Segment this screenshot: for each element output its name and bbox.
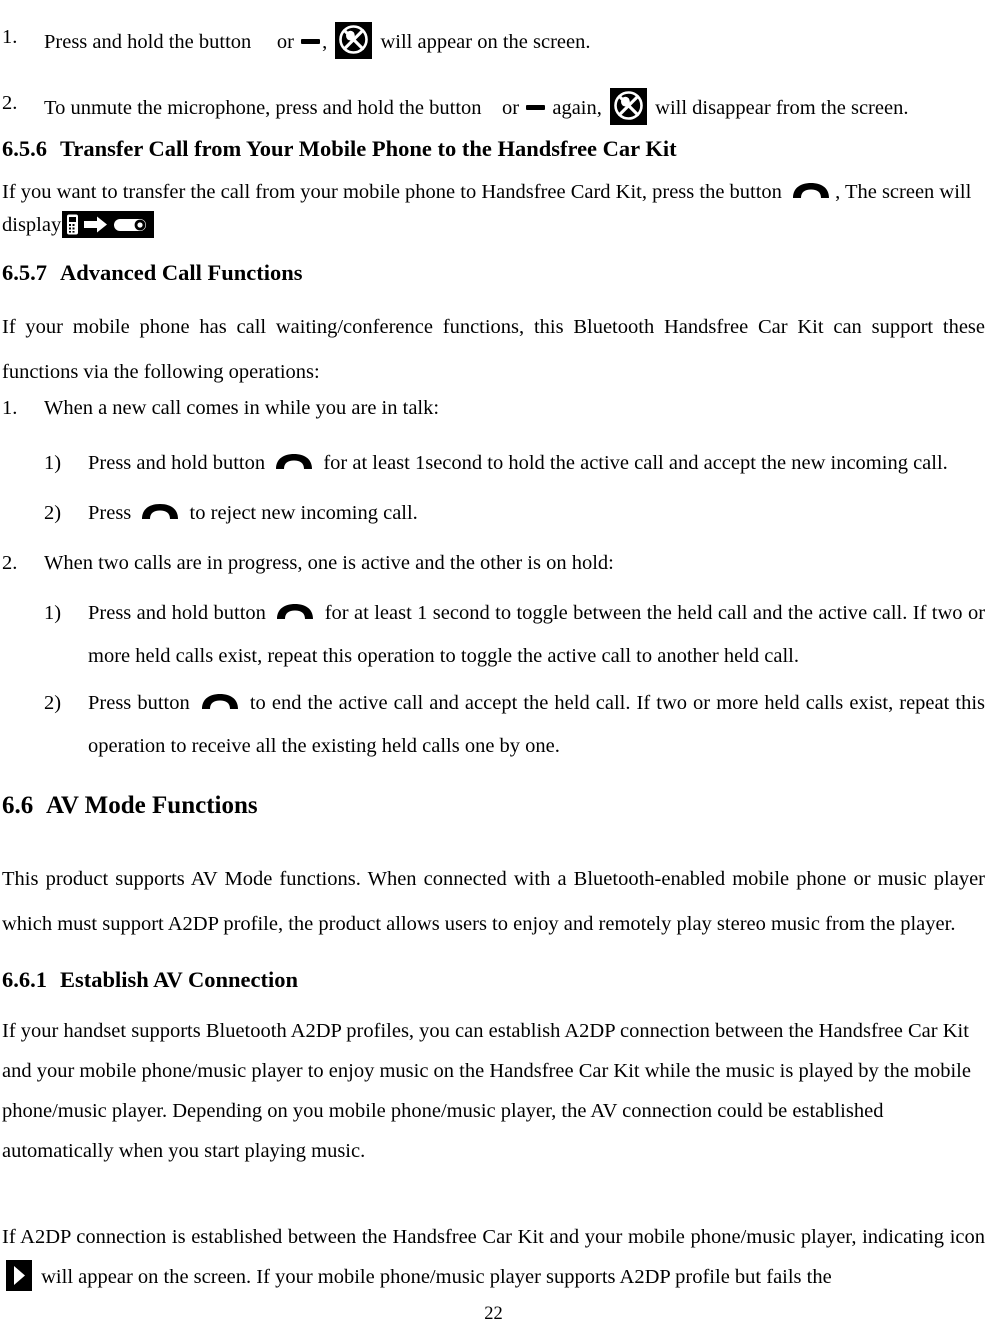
step2-or: or [502,97,520,119]
list-text: Press and hold button for at least 1 sec… [88,592,985,678]
list-marker: 2) [44,502,62,524]
advanced-list-item-1: 1. When a new call comes in while you ar… [2,393,985,425]
handset-key-icon [200,693,240,710]
subitem-text-after: for at least 1second to hold the active … [323,452,948,474]
section-body-6-5-6: If you want to transfer the call from yo… [2,176,985,242]
page-number: 22 [484,1304,503,1324]
advanced-list-item-2: 2. When two calls are in progress, one i… [2,548,985,580]
s661-body2-before: If A2DP connection is established betwee… [2,1226,985,1248]
heading-title: Establish AV Connection [60,967,298,992]
subitem-text-before: Press and hold button [88,602,266,624]
paragraph: If you want to transfer the call from yo… [2,176,985,242]
step2-text-before: To unmute the microphone, press and hold… [44,97,482,119]
heading-text: 6.5.6 Transfer Call from Your Mobile Phon… [2,134,985,164]
section-body-6-6-1-part2: If A2DP connection is established betwee… [2,1218,985,1298]
list-text: To unmute the microphone, press and hold… [44,88,985,125]
list-marker: 1) [44,452,62,474]
list-text: Press and hold button for at least 1seco… [88,448,985,480]
list-text: Press button to end the active call and … [88,682,985,768]
numbered-step-1: 1. Press and hold the button or , will a… [2,22,985,59]
handset-key-icon [791,182,831,199]
heading-title: AV Mode Functions [46,792,258,819]
step1-text-before: Press and hold the button [44,31,252,53]
list-item: 1) Press and hold button for at least 1s… [2,448,985,480]
list-item: 1. Press and hold the button or , will a… [2,22,985,59]
handset-key-icon [275,603,315,620]
paragraph: If A2DP connection is established betwee… [2,1218,985,1298]
paragraph: If your mobile phone has call waiting/co… [2,316,985,383]
list-marker: 1) [44,602,62,624]
list-item: 2. To unmute the microphone, press and h… [2,88,985,125]
handset-key-icon [274,453,314,470]
list-item: 1) Press and hold button for at least 1 … [2,592,985,678]
paragraph: This product supports AV Mode functions.… [2,868,985,935]
heading-number: 6.5.6 [2,136,47,161]
dash-key-icon [301,38,321,44]
list-item: 1. When a new call comes in while you ar… [2,393,985,425]
section-heading-6-6-1: 6.6.1 Establish AV Connection [2,965,985,995]
heading-title: Transfer Call from Your Mobile Phone to … [60,136,677,161]
heading-number: 6.5.7 [2,260,47,285]
paragraph: If your handset supports Bluetooth A2DP … [2,1020,971,1162]
list-item: 2) Press to reject new incoming call. [2,498,985,530]
a2dp-play-indicator-icon [6,1259,32,1291]
advanced-subitem-2-1: 1) Press and hold button for at least 1 … [2,592,985,678]
section-heading-6-6: 6.6 AV Mode Functions [2,789,985,823]
mute-indicator-icon [610,88,648,125]
dash-key-icon [526,104,546,110]
list-item: 2) Press button to end the active call a… [2,682,985,768]
subitem-text-before: Press and hold button [88,452,266,474]
section-heading-6-5-6: 6.5.6 Transfer Call from Your Mobile Phon… [2,134,985,164]
list-item: 2. When two calls are in progress, one i… [2,548,985,580]
numbered-step-2: 2. To unmute the microphone, press and h… [2,88,985,125]
list-marker: 1. [2,397,18,419]
step1-comma: , [322,31,328,53]
s656-body-before: If you want to transfer the call from yo… [2,181,782,203]
step2-again: again, [552,97,602,119]
heading-text: 6.6 AV Mode Functions [2,789,985,823]
step1-text-after: will appear on the screen. [380,31,591,53]
manual-page: 1. Press and hold the button or , will a… [0,0,987,1331]
list-marker: 2. [2,92,18,114]
list-marker: 2. [2,552,18,574]
section-body-6-6-1-part1: If your handset supports Bluetooth A2DP … [2,1012,985,1172]
list-text: When two calls are in progress, one is a… [44,552,614,574]
advanced-subitem-1-1: 1) Press and hold button for at least 1s… [2,448,985,480]
advanced-subitem-1-2: 2) Press to reject new incoming call. [2,498,985,530]
s661-body2-after: will appear on the screen. If your mobil… [41,1265,832,1288]
section-intro-6-5-7: If your mobile phone has call waiting/co… [2,305,985,394]
mute-indicator-icon [335,22,373,59]
list-text: Press to reject new incoming call. [88,498,985,530]
heading-title: Advanced Call Functions [60,260,303,285]
subitem-text-before: Press [88,502,132,524]
subitem-text-before: Press button [88,692,190,714]
section-body-6-6: This product supports AV Mode functions.… [2,857,985,946]
heading-number: 6.6 [2,792,34,819]
heading-text: 6.6.1 Establish AV Connection [2,965,985,995]
step1-or: or [276,31,294,53]
advanced-subitem-2-2: 2) Press button to end the active call a… [2,682,985,768]
list-text: Press and hold the button or , will appe… [44,22,985,59]
list-marker: 2) [44,692,62,714]
call-transfer-indicator-icon [62,211,155,239]
list-marker: 1. [2,26,18,48]
list-text: When a new call comes in while you are i… [44,397,440,419]
step2-text-after: will disappear from the screen. [655,97,909,119]
handset-key-icon [140,503,180,520]
subitem-text-after: to reject new incoming call. [189,502,418,524]
section-heading-6-5-7: 6.5.7 Advanced Call Functions [2,258,985,288]
heading-number: 6.6.1 [2,967,47,992]
heading-text: 6.5.7 Advanced Call Functions [2,258,985,288]
